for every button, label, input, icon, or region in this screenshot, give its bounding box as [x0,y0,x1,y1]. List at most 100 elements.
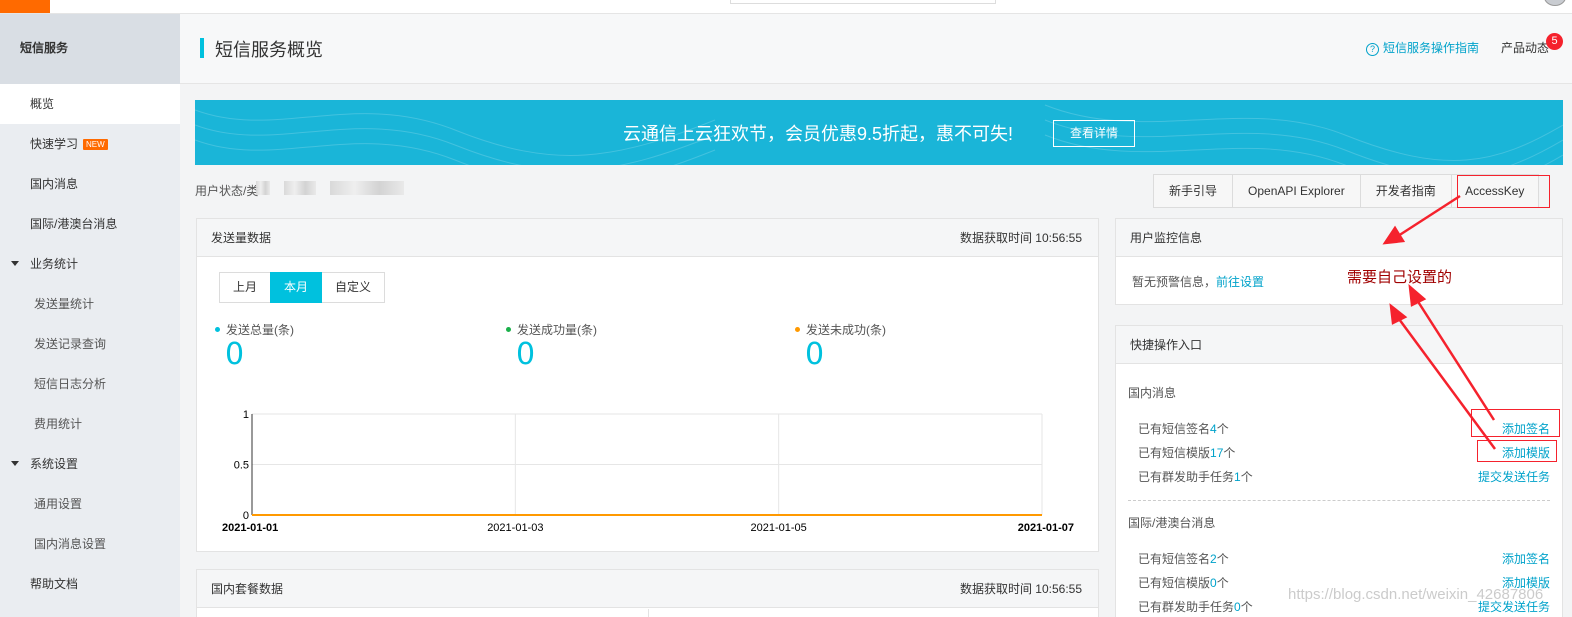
console-logo[interactable] [0,0,50,13]
view-details-button[interactable]: 查看详情 [1053,120,1135,147]
redacted-block [256,181,270,195]
openapi-explorer-button[interactable]: OpenAPI Explorer [1232,174,1361,208]
sidebar-item-domestic-settings[interactable]: 国内消息设置 [0,524,180,564]
panel-title: 快捷操作入口 [1130,338,1203,352]
goto-settings-link[interactable]: 前往设置 [1216,275,1264,289]
metric-failed: 发送未成功(条) 0 [795,321,886,372]
sidebar-item-send-stats[interactable]: 发送量统计 [0,284,180,324]
dot-icon [506,327,511,332]
sidebar-item-label: 短信日志分析 [34,377,107,391]
divider [648,609,649,617]
send-volume-chart: 1 0.5 02021-01-01 2021-01-03 2021-01-05 2021-… [222,409,1074,534]
period-tabs: 上月 本月 自定义 [219,272,386,303]
count-value: 1 [1234,470,1241,484]
redacted-block [330,181,404,195]
sidebar-item-intl[interactable]: 国际/港澳台消息 [0,204,180,244]
user-status-label: 用户状态/类 [195,184,259,198]
count-value: 0 [1234,600,1241,614]
line-suffix: 个 [1240,600,1253,614]
sidebar-item-log-analysis[interactable]: 短信日志分析 [0,364,180,404]
sidebar-item-send-records[interactable]: 发送记录查询 [0,324,180,364]
page-header: 短信服务概览 ? 短信服务操作指南 产品动态 5 [180,14,1572,84]
submit-task-link[interactable]: 提交发送任务 [1478,468,1550,485]
line-suffix: 个 [1223,446,1236,460]
redacted-block [284,181,316,195]
panel-header: 发送量数据 数据获取时间 10:56:55 [197,219,1098,257]
newbie-guide-button[interactable]: 新手引导 [1153,174,1234,208]
arrow-head [1389,303,1408,325]
sidebar-group-biz-stats[interactable]: 业务统计 [0,244,180,284]
sidebar-group-sys-settings[interactable]: 系统设置 [0,444,180,484]
sidebar-item-help-docs[interactable]: 帮助文档 [0,564,180,604]
sidebar-item-label: 费用统计 [34,417,83,431]
sidebar-item-label: 发送记录查询 [34,337,107,351]
developer-guide-button[interactable]: 开发者指南 [1359,174,1452,208]
sidebar-item-label: 发送量统计 [34,297,95,311]
intl-template-count: 已有短信模版0个 [1138,574,1229,591]
metric-value: 0 [516,337,536,372]
sidebar-item-overview[interactable]: 概览 [0,84,180,124]
panel-header: 快捷操作入口 [1116,326,1562,364]
y-tick-label: 1 [243,409,249,421]
search-input[interactable] [730,0,996,4]
domestic-sign-count: 已有短信签名4个 [1138,420,1229,437]
line-suffix: 个 [1240,470,1253,484]
tab-last-month[interactable]: 上月 [219,272,272,303]
no-alert-text: 暂无预警信息， [1132,275,1217,289]
x-tick-label: 2021-01-03 [487,522,543,534]
x-tick-label: 2021-01-07 [1018,522,1074,534]
tab-custom[interactable]: 自定义 [321,272,386,303]
product-news-link[interactable]: 产品动态 [1501,39,1549,56]
section-title-domestic: 国内消息 [1128,386,1177,400]
x-tick-label: 2021-01-05 [751,522,807,534]
sidebar-item-domestic[interactable]: 国内消息 [0,164,180,204]
domestic-template-count: 已有短信模版17个 [1138,444,1235,461]
intl-add-sign-link[interactable]: 添加签名 [1502,550,1550,567]
sidebar-item-label: 通用设置 [34,497,83,511]
y-tick-label: 0 [243,510,249,522]
metric-value: 0 [805,337,825,372]
sidebar-item-label: 概览 [30,97,55,111]
metric-success: 发送成功量(条) 0 [506,321,597,372]
panel-header: 国内套餐数据 数据获取时间 10:56:55 [197,570,1098,608]
line-label: 已有短信签名 [1138,552,1211,566]
metric-label: 发送未成功(条) [806,323,886,337]
metric-total: 发送总量(条) 0 [215,321,294,372]
highlight-box [1457,175,1550,208]
intl-sign-count: 已有短信签名2个 [1138,550,1229,567]
sidebar-item-label: 帮助文档 [30,577,79,591]
line-suffix: 个 [1216,576,1229,590]
metric-label: 发送总量(条) [226,323,294,337]
watermark: https://blog.csdn.net/weixin_42687806 [1288,586,1544,603]
guide-link[interactable]: ? 短信服务操作指南 [1366,39,1479,56]
top-bar [0,0,1572,14]
sidebar-item-label: 国内消息 [30,177,79,191]
caret-down-icon [11,261,19,266]
panel-title: 用户监控信息 [1130,231,1203,245]
sidebar-item-label: 国际/港澳台消息 [30,217,118,231]
help-icon: ? [1366,43,1379,56]
annotation-text: 需要自己设置的 [1347,269,1453,286]
highlight-box [1477,440,1557,462]
sidebar-item-quick-learn[interactable]: 快速学习 NEW [0,124,180,164]
metric-label: 发送成功量(条) [517,323,597,337]
sidebar-item-label: 系统设置 [30,457,79,471]
sidebar-item-general-settings[interactable]: 通用设置 [0,484,180,524]
divider [1128,500,1550,501]
x-tick-label: 2021-01-01 [222,522,278,534]
package-panel: 国内套餐数据 数据获取时间 10:56:55 [196,569,1099,617]
panel-title: 发送量数据 [211,231,272,245]
line-label: 已有群发助手任务 [1138,470,1235,484]
highlight-box [1471,409,1560,437]
sidebar-item-cost-stats[interactable]: 费用统计 [0,404,180,444]
tab-this-month[interactable]: 本月 [270,272,323,303]
line-label: 已有短信模版 [1138,446,1211,460]
count-value: 0 [1210,576,1217,590]
notification-badge: 5 [1546,33,1563,50]
sidebar-item-label: 国内消息设置 [34,537,107,551]
avatar[interactable] [1544,0,1566,6]
section-title-intl: 国际/港澳台消息 [1128,516,1216,530]
guide-link-label: 短信服务操作指南 [1383,41,1480,55]
dot-icon [795,327,800,332]
metric-value: 0 [225,337,245,372]
